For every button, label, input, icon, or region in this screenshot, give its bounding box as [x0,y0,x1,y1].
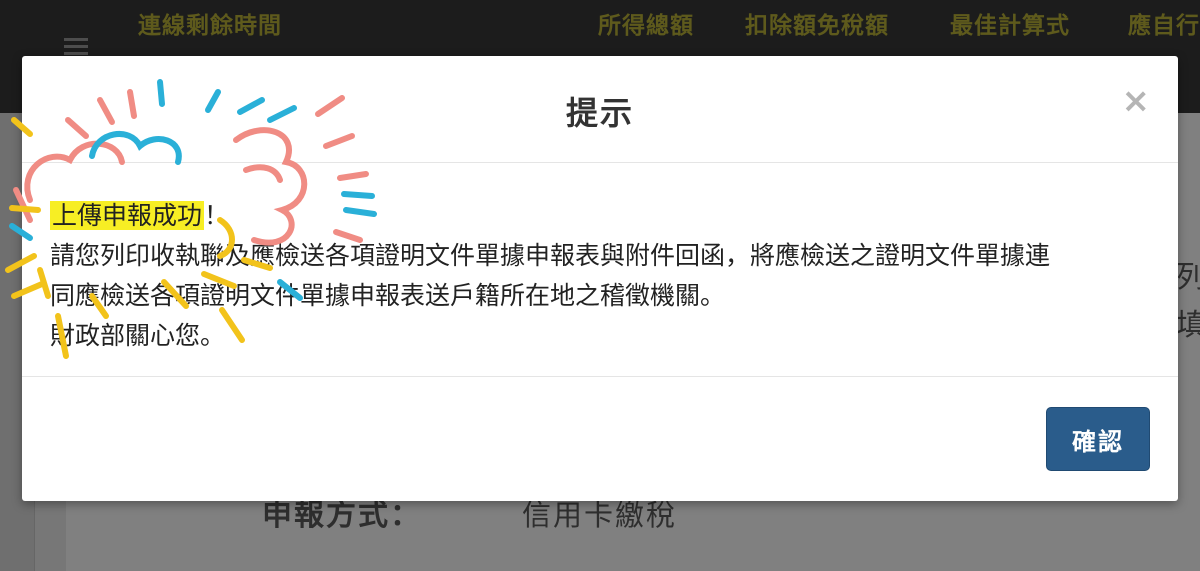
notice-dialog: 提示 × 上傳申報成功！ 請您列印收執聯及應檢送各項證明文件單據申報表與附件回函… [22,56,1178,501]
instruction-line-2: 同應檢送各項證明文件單據申報表送戶籍所在地之稽徵機關。 [50,281,726,310]
success-suffix: ！ [204,201,230,230]
page: 連線剩餘時間 所得總額 扣除額免稅額 最佳計算式 應自行 列 填 申報方式： 信… [0,0,1200,571]
header-total-income: 所得總額 [598,13,694,39]
success-highlight: 上傳申報成功 [50,201,205,230]
header-best-formula: 最佳計算式 [950,13,1070,39]
hamburger-menu-icon[interactable] [64,38,88,56]
dialog-message: 上傳申報成功！ 請您列印收執聯及應檢送各項證明文件單據申報表與附件回函，將應檢送… [50,196,1150,356]
closing-line: 財政部關心您。 [50,321,226,350]
confirm-button[interactable]: 確認 [1046,407,1150,471]
dialog-header: 提示 × [22,56,1178,163]
dialog-footer: 確認 [22,376,1178,502]
close-icon[interactable]: × [1122,84,1151,118]
header-remaining-time: 連線剩餘時間 [138,13,282,39]
header-tax-payable: 應自行 [1128,13,1200,39]
instruction-line-1: 請您列印收執聯及應檢送各項證明文件單據申報表與附件回函，將應檢送之證明文件單據連 [50,241,1051,270]
background-edge-text-1: 列 [1176,260,1200,295]
header-deductions: 扣除額免稅額 [745,13,889,39]
background-edge-text-2: 填 [1176,308,1200,343]
dialog-title: 提示 [565,94,634,132]
success-line: 上傳申報成功！ [50,196,1150,236]
